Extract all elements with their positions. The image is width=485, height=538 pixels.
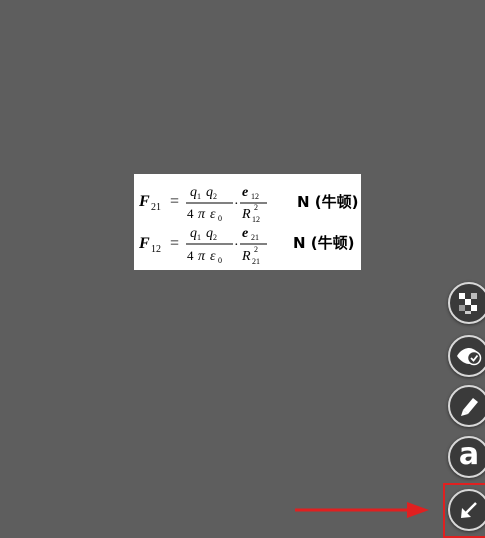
line2-lhs-sub: 12 <box>151 244 161 255</box>
line1-lhs-sub: 21 <box>151 202 161 213</box>
line1-q2: q <box>206 185 213 200</box>
line2-q1-sub: 1 <box>197 233 201 242</box>
line1-den-eps-sub: 0 <box>218 214 222 223</box>
line1-unit: N (牛顿) <box>297 193 359 211</box>
line1-equals: = <box>170 193 179 210</box>
line1-unit-vec-sub: 12 <box>251 192 259 201</box>
line2-unit-vec: e <box>242 226 248 241</box>
line2-q1: q <box>190 226 197 241</box>
line2-den-pi: π <box>198 249 206 264</box>
line2-unit-vec-sub: 21 <box>251 233 259 242</box>
editing-canvas[interactable]: F 21 = q 1 q 2 4 π ε 0 · e 12 R 2 12 N (… <box>0 0 485 538</box>
arrow-tool-button[interactable] <box>448 489 485 531</box>
mosaic-tool-button[interactable] <box>448 282 485 324</box>
line1-q1-sub: 1 <box>197 192 201 201</box>
arrow-icon <box>461 502 477 518</box>
line1-unit-vec: e <box>242 185 248 200</box>
text-icon: a <box>458 437 480 472</box>
line1-R: R <box>241 207 251 222</box>
line1-den-eps: ε <box>210 207 216 222</box>
eye-check-icon <box>457 348 482 366</box>
text-tool-button[interactable]: a <box>448 436 485 478</box>
line2-q2: q <box>206 226 213 241</box>
hide-tool-button[interactable] <box>448 335 485 377</box>
line2-R-sup: 2 <box>254 245 258 254</box>
line2-dot: · <box>234 238 239 253</box>
line2-den-eps-sub: 0 <box>218 256 222 265</box>
line2-den-eps: ε <box>210 249 216 264</box>
line2-R: R <box>241 249 251 264</box>
line1-den-coef: 4 <box>187 206 194 221</box>
coulomb-law-formula: F 21 = q 1 q 2 4 π ε 0 · e 12 R 2 12 N (… <box>138 185 359 266</box>
line2-R-sub: 21 <box>252 257 260 266</box>
line1-q1: q <box>190 185 197 200</box>
pen-icon <box>461 398 478 416</box>
pointer-arrow-icon <box>295 502 429 518</box>
line1-den-pi: π <box>198 207 206 222</box>
pen-tool-button[interactable] <box>448 385 485 427</box>
line1-R-sub: 12 <box>252 215 260 224</box>
line2-den-coef: 4 <box>187 248 194 263</box>
line2-unit: N (牛顿) <box>293 234 355 252</box>
formula-image[interactable]: F 21 = q 1 q 2 4 π ε 0 · e 12 R 2 12 N (… <box>134 174 361 270</box>
line1-lhs: F <box>138 193 150 210</box>
line2-lhs: F <box>138 235 150 252</box>
line1-dot: · <box>234 197 239 212</box>
line1-q2-sub: 2 <box>213 192 217 201</box>
mosaic-icon <box>459 293 477 314</box>
line2-equals: = <box>170 235 179 252</box>
line1-R-sup: 2 <box>254 203 258 212</box>
line2-q2-sub: 2 <box>213 233 217 242</box>
